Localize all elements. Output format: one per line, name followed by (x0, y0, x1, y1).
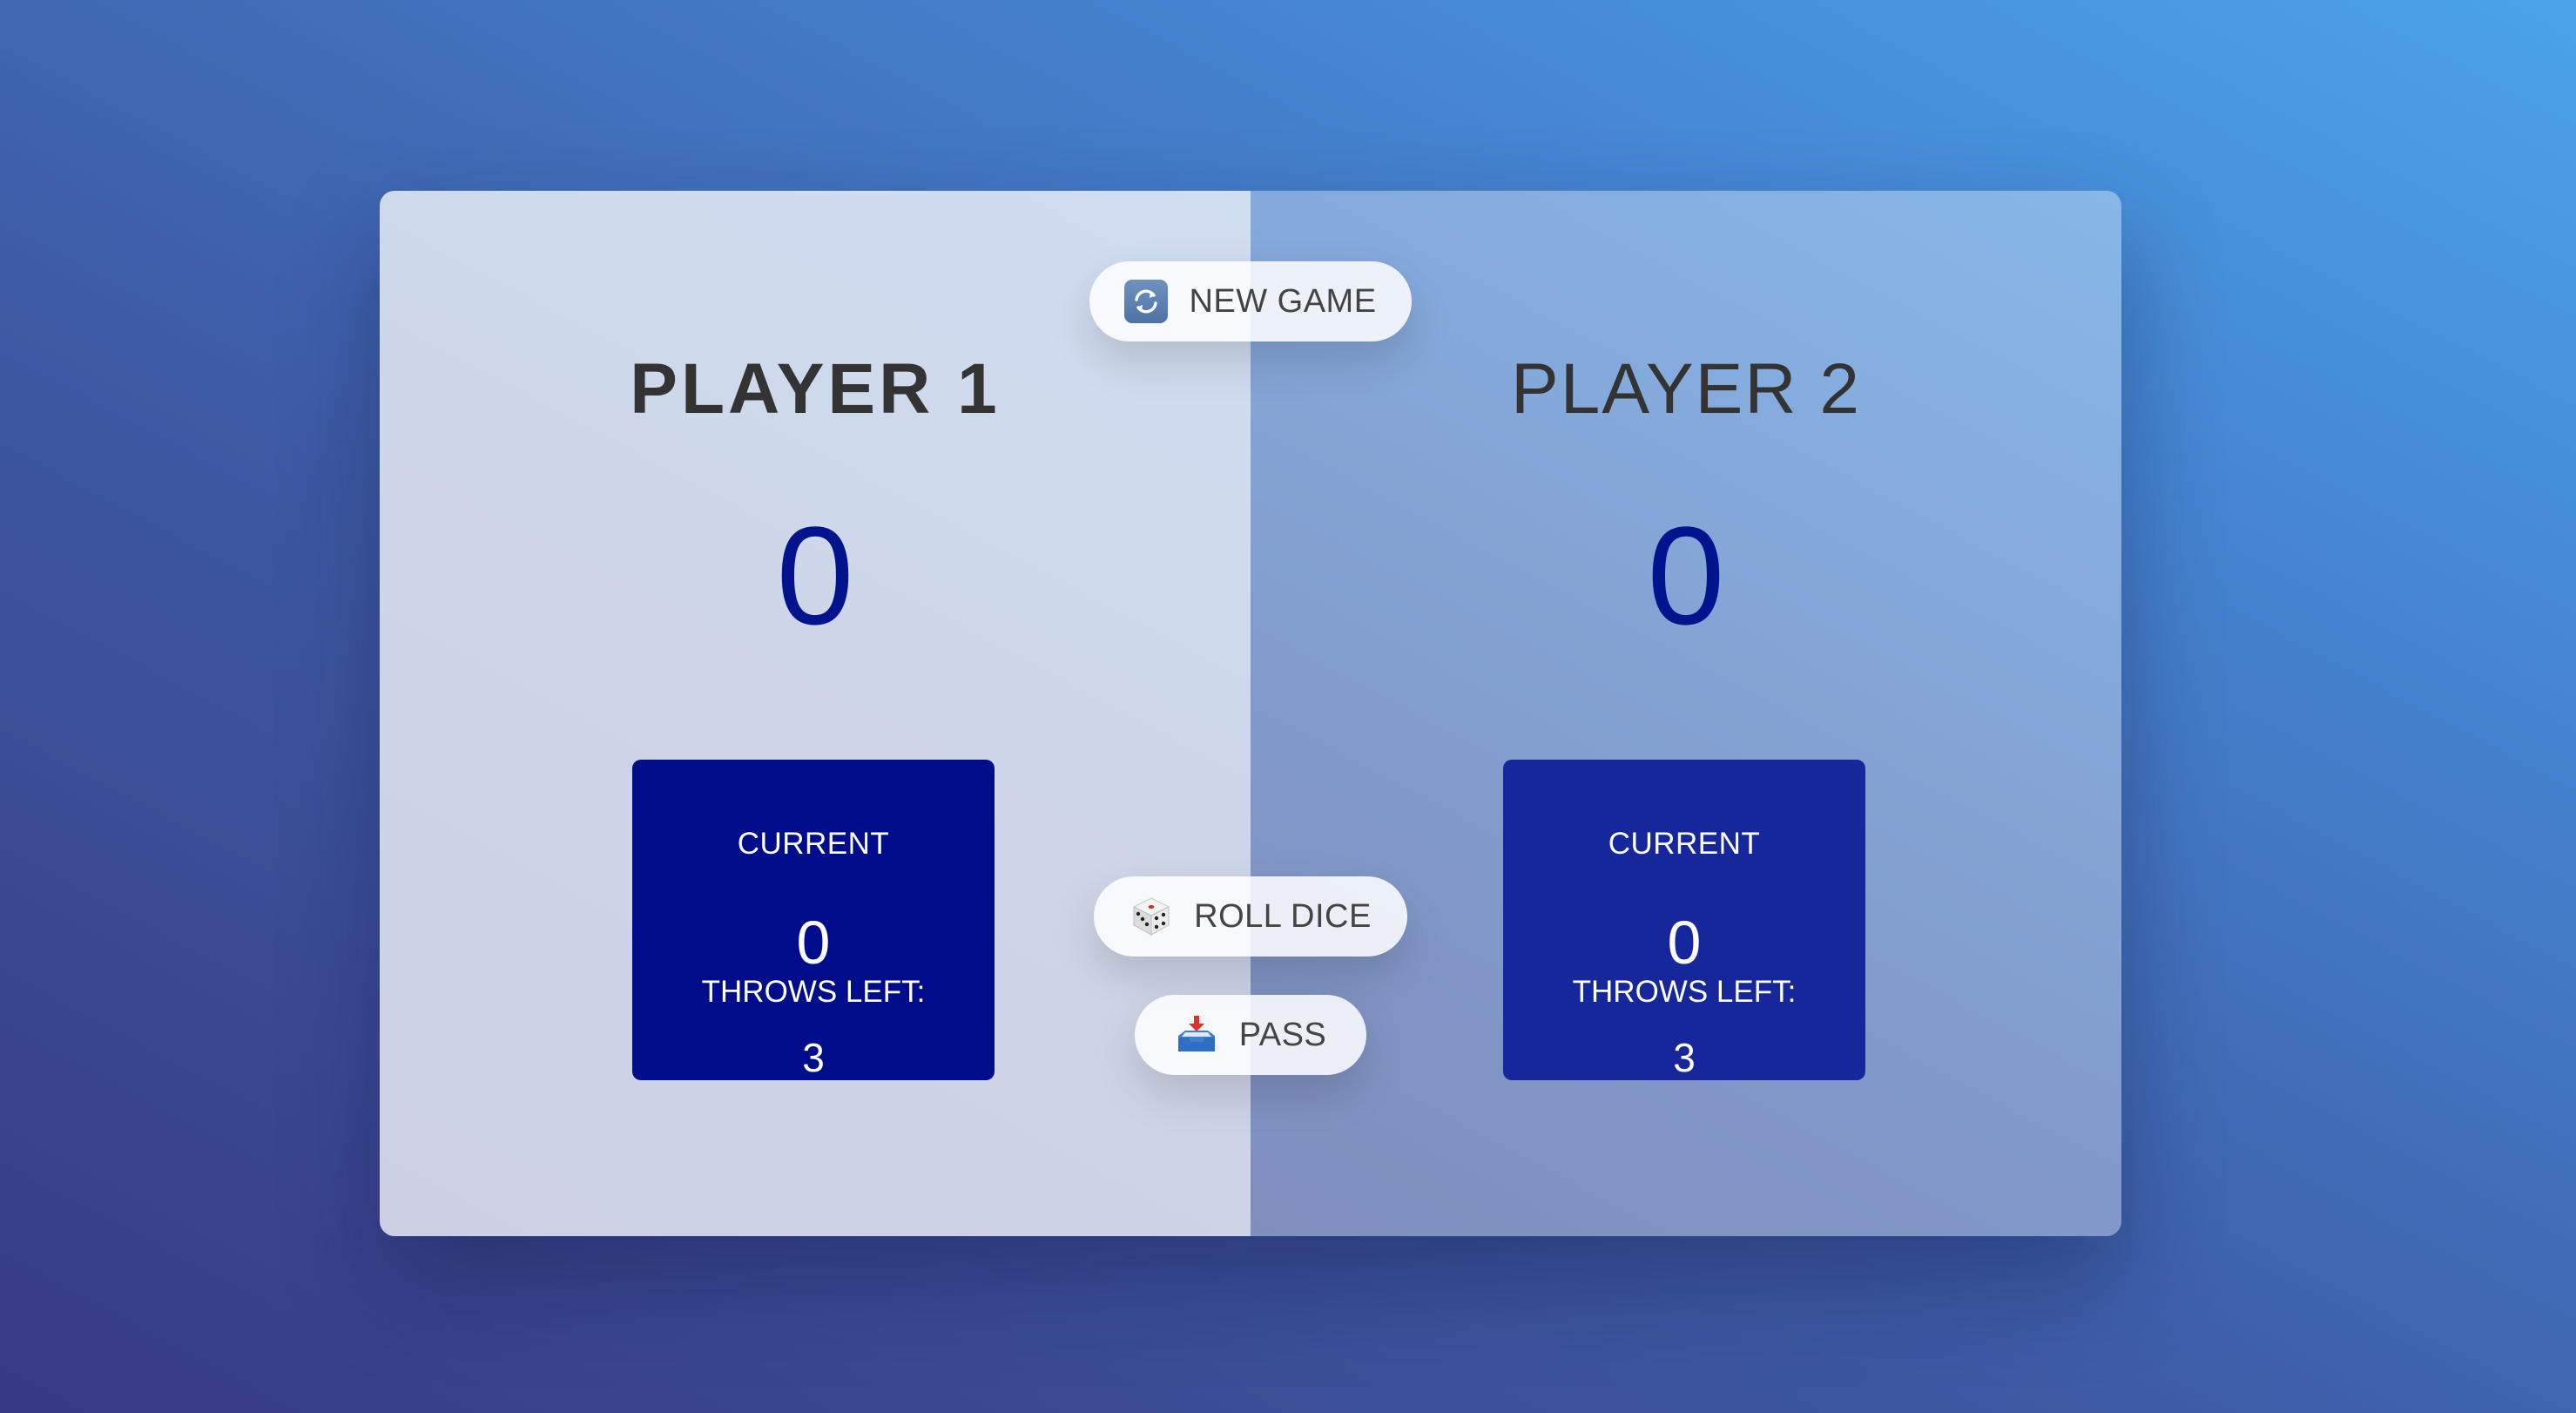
roll-dice-button[interactable]: ROLL DICE (1094, 876, 1407, 957)
player-2-throws-label: THROWS LEFT: (1572, 975, 1797, 1009)
player-2-score: 0 (1647, 497, 1725, 654)
dice-icon (1130, 895, 1173, 938)
inbox-tray-icon (1175, 1013, 1218, 1057)
player-2-current-score: 0 (1667, 909, 1702, 977)
new-game-label: NEW GAME (1189, 282, 1377, 320)
player-1-throws-label: THROWS LEFT: (701, 975, 926, 1009)
player-2-name: PLAYER 2 (1511, 349, 1861, 429)
roll-dice-label: ROLL DICE (1194, 897, 1372, 935)
player-1-name: PLAYER 1 (630, 349, 1001, 429)
pass-button[interactable]: PASS (1135, 995, 1366, 1075)
player-1-current-box: CURRENT 0 THROWS LEFT: 3 (632, 760, 995, 1080)
new-game-button[interactable]: NEW GAME (1089, 261, 1412, 341)
player-1-current-label: CURRENT (737, 827, 890, 861)
refresh-icon (1124, 280, 1169, 323)
game-board: PLAYER 1 0 CURRENT 0 THROWS LEFT: 3 PLAY… (380, 191, 2121, 1236)
player-2-throws-left: 3 (1673, 1035, 1696, 1080)
player-1-score: 0 (776, 497, 854, 654)
player-1-panel: PLAYER 1 0 CURRENT 0 THROWS LEFT: 3 (380, 191, 1251, 1236)
player-2-current-label: CURRENT (1608, 827, 1761, 861)
player-2-panel: PLAYER 2 0 CURRENT 0 THROWS LEFT: 3 (1251, 191, 2121, 1236)
player-1-current-score: 0 (796, 909, 831, 977)
player-1-throws-left: 3 (802, 1035, 825, 1080)
pass-label: PASS (1238, 1016, 1327, 1053)
player-2-current-box: CURRENT 0 THROWS LEFT: 3 (1503, 760, 1865, 1080)
